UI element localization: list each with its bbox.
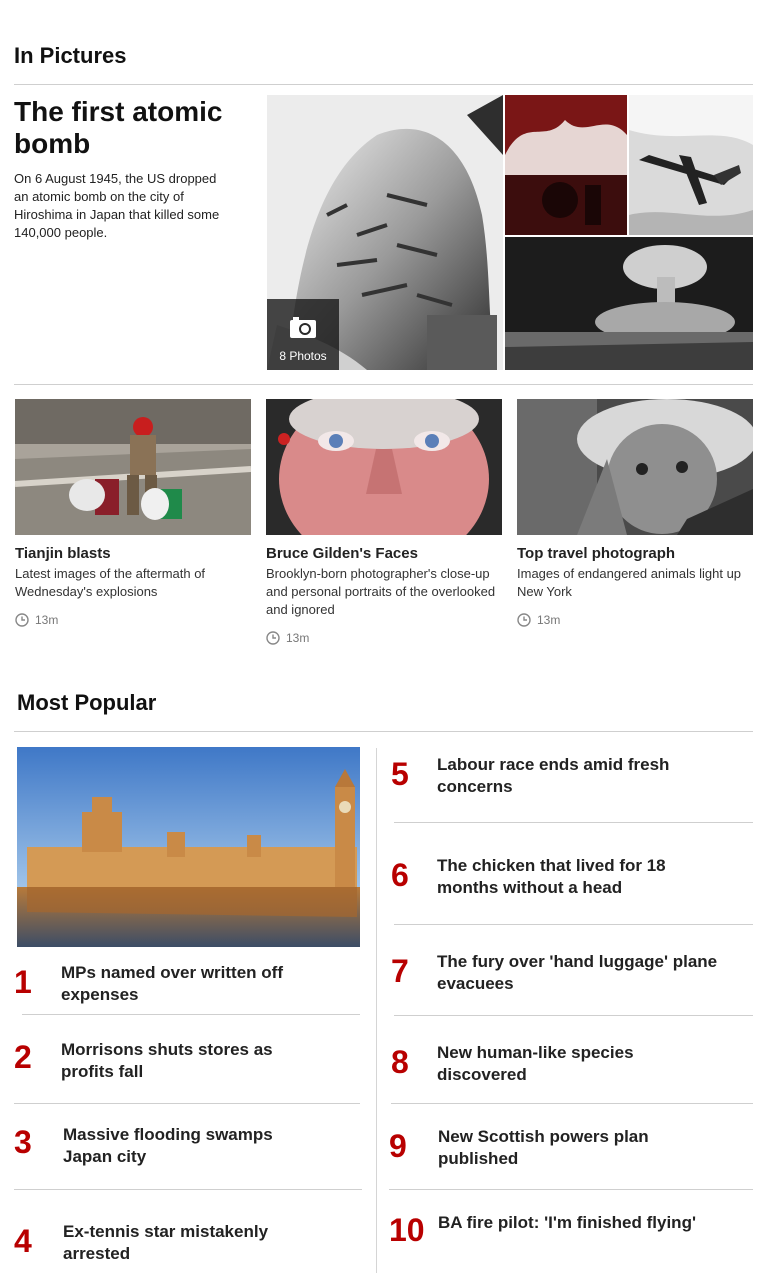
most-popular-image[interactable] <box>17 747 360 947</box>
card-description: Brooklyn-born photographer's close-up an… <box>266 566 496 617</box>
column-divider <box>376 748 377 1273</box>
most-popular-item-9[interactable]: 9 New Scottish powers plan published <box>389 1126 678 1170</box>
item-divider <box>391 1103 753 1104</box>
section-divider <box>14 384 753 385</box>
rank-number: 3 <box>14 1124 32 1160</box>
rank-number: 1 <box>14 964 32 1000</box>
rank-number: 7 <box>391 953 409 989</box>
clock-icon <box>517 613 531 627</box>
card-time-text: 13m <box>35 613 59 627</box>
picture-card-gilden[interactable]: Bruce Gilden's Faces Brooklyn-born photo… <box>266 399 502 645</box>
item-title[interactable]: BA fire pilot: 'I'm finished flying' <box>438 1212 738 1234</box>
rank-number: 6 <box>391 857 409 893</box>
card-timestamp: 13m <box>266 631 502 645</box>
most-popular-item-6[interactable]: 6 The chicken that lived for 18 months w… <box>391 855 707 899</box>
card-thumbnail[interactable] <box>517 399 753 535</box>
rank-number: 8 <box>391 1044 409 1080</box>
gallery-photo-plane[interactable] <box>629 95 753 235</box>
gallery-photo-red[interactable] <box>505 95 627 235</box>
item-divider <box>394 1015 753 1016</box>
rank-number: 2 <box>14 1039 32 1075</box>
photo-count-badge[interactable]: 8 Photos <box>267 299 339 370</box>
most-popular-item-10[interactable]: 10 BA fire pilot: 'I'm finished flying' <box>389 1212 738 1246</box>
rank-number: 10 <box>389 1212 425 1248</box>
item-divider <box>14 1189 362 1190</box>
most-popular-item-3[interactable]: 3 Massive flooding swamps Japan city <box>14 1124 303 1168</box>
gallery-photo-cloud[interactable] <box>505 237 753 370</box>
section-divider <box>14 84 753 85</box>
item-title[interactable]: MPs named over written off expenses <box>61 962 321 1006</box>
clock-icon <box>15 613 29 627</box>
item-title[interactable]: The chicken that lived for 18 months wit… <box>437 855 707 899</box>
most-popular-item-4[interactable]: 4 Ex-tennis star mistakenly arrested <box>14 1221 303 1265</box>
card-title[interactable]: Bruce Gilden's Faces <box>266 545 502 563</box>
item-title[interactable]: Morrisons shuts stores as profits fall <box>61 1039 281 1083</box>
item-title[interactable]: The fury over 'hand luggage' plane evacu… <box>437 951 747 995</box>
rank-number: 4 <box>14 1223 32 1259</box>
in-pictures-heading: In Pictures <box>14 43 127 68</box>
item-divider <box>22 1014 360 1015</box>
card-timestamp: 13m <box>517 613 753 627</box>
item-title[interactable]: Ex-tennis star mistakenly arrested <box>63 1221 303 1265</box>
card-thumbnail[interactable] <box>15 399 251 535</box>
item-title[interactable]: New Scottish powers plan published <box>438 1126 678 1170</box>
picture-card-tianjin[interactable]: Tianjin blasts Latest images of the afte… <box>15 399 251 627</box>
rank-number: 9 <box>389 1128 407 1164</box>
feature-summary: On 6 August 1945, the US dropped an atom… <box>14 171 220 240</box>
card-description: Images of endangered animals light up Ne… <box>517 566 742 599</box>
most-popular-heading: Most Popular <box>17 690 157 715</box>
card-description: Latest images of the aftermath of Wednes… <box>15 566 206 599</box>
most-popular-item-2[interactable]: 2 Morrisons shuts stores as profits fall <box>14 1039 281 1083</box>
item-divider <box>389 1189 753 1190</box>
card-title[interactable]: Top travel photograph <box>517 545 753 563</box>
item-title[interactable]: Massive flooding swamps Japan city <box>63 1124 303 1168</box>
picture-card-travel[interactable]: Top travel photograph Images of endanger… <box>517 399 753 627</box>
clock-icon <box>266 631 280 645</box>
item-divider <box>14 1103 360 1104</box>
most-popular-item-1[interactable]: 1 MPs named over written off expenses <box>14 962 321 1006</box>
item-title[interactable]: Labour race ends amid fresh concerns <box>437 754 707 798</box>
card-title[interactable]: Tianjin blasts <box>15 545 251 563</box>
section-divider <box>14 731 753 732</box>
camera-icon <box>290 317 316 338</box>
item-divider <box>394 822 753 823</box>
most-popular-item-8[interactable]: 8 New human-like species discovered <box>391 1042 667 1086</box>
rank-number: 5 <box>391 756 409 792</box>
feature-headline[interactable]: The first atomic bomb <box>14 96 254 160</box>
card-timestamp: 13m <box>15 613 251 627</box>
card-time-text: 13m <box>286 631 310 645</box>
card-thumbnail[interactable] <box>266 399 502 535</box>
feature-gallery[interactable] <box>267 95 753 370</box>
most-popular-item-7[interactable]: 7 The fury over 'hand luggage' plane eva… <box>391 951 747 995</box>
item-divider <box>394 924 753 925</box>
card-time-text: 13m <box>537 613 561 627</box>
most-popular-item-5[interactable]: 5 Labour race ends amid fresh concerns <box>391 754 707 798</box>
item-title[interactable]: New human-like species discovered <box>437 1042 667 1086</box>
photo-count-label: 8 Photos <box>279 349 327 363</box>
